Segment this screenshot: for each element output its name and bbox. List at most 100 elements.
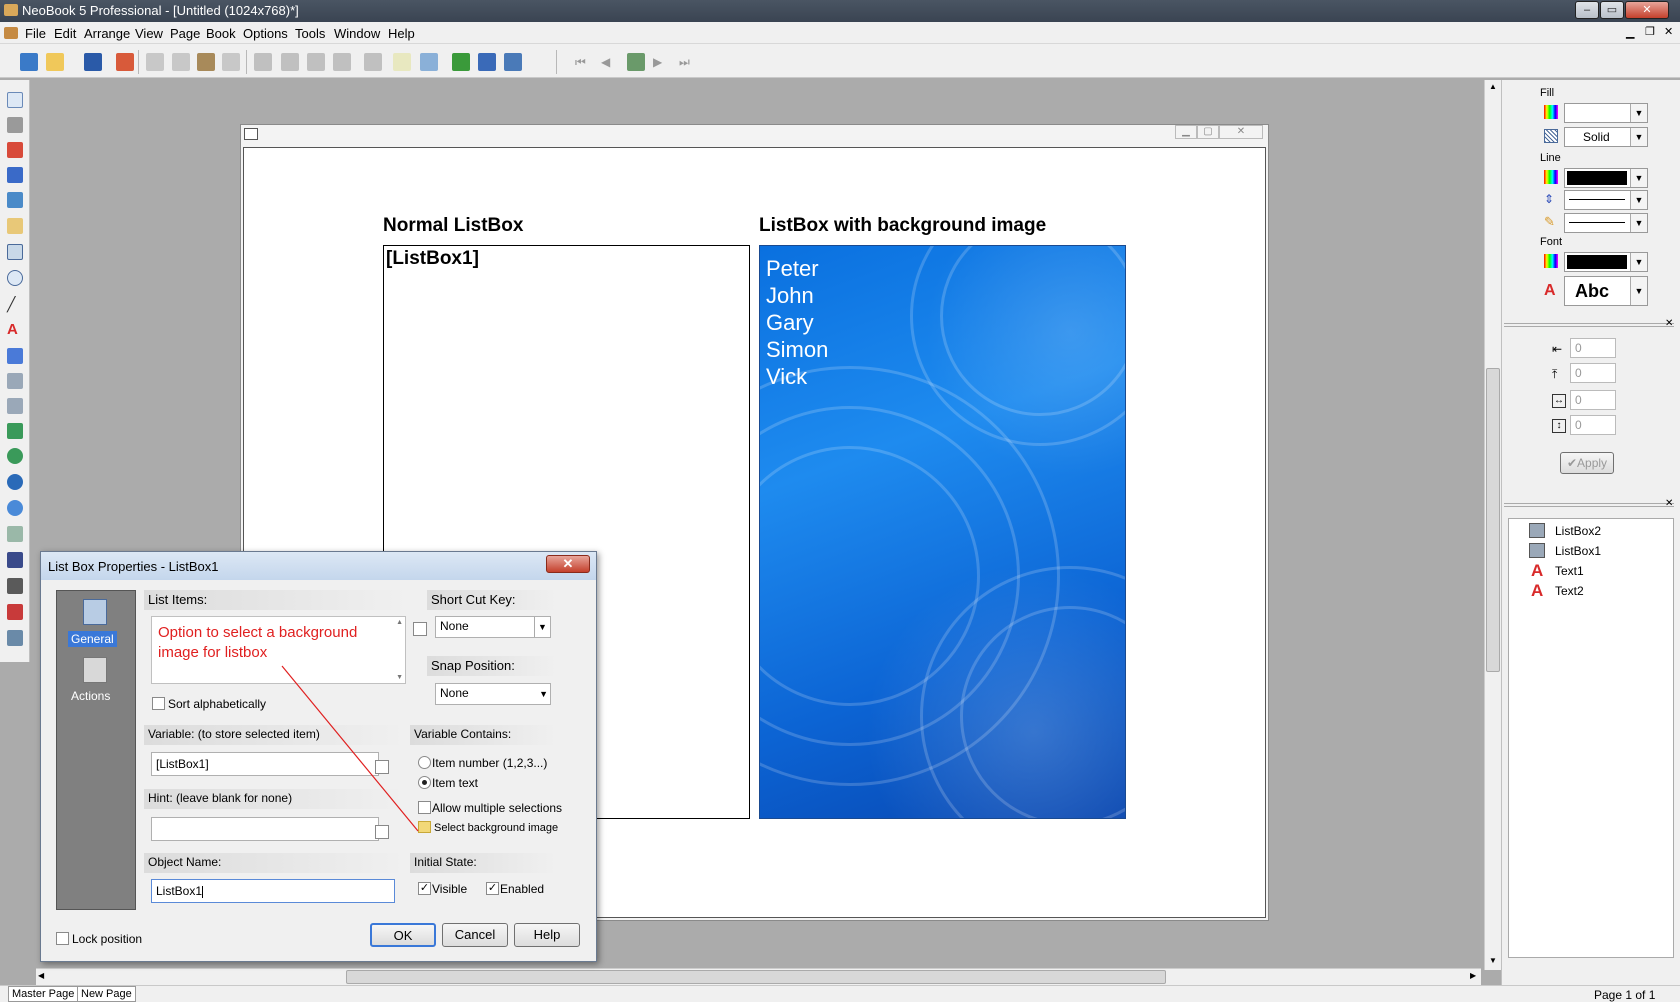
copy-icon[interactable] [172, 53, 190, 71]
rectangle-tool-icon[interactable] [7, 117, 23, 133]
dialog-close-button[interactable]: ✕ [546, 555, 590, 573]
menu-tools[interactable]: Tools [295, 26, 325, 41]
page-close-icon[interactable]: ✕ [1219, 125, 1263, 139]
mdi-minimize-icon[interactable]: ▁ [1626, 26, 1634, 39]
next-page-icon[interactable]: ▶ [653, 53, 671, 71]
mdi-restore-icon[interactable]: ❐ [1645, 25, 1655, 38]
grid-tool-icon[interactable] [7, 578, 23, 594]
menu-view[interactable]: View [135, 26, 163, 41]
page-list-icon[interactable] [627, 53, 645, 71]
lock-position-checkbox[interactable] [56, 932, 69, 945]
menu-help[interactable]: Help [388, 26, 415, 41]
top-position-input[interactable]: 0 [1570, 363, 1616, 383]
shape-tool-icon[interactable] [7, 244, 23, 260]
puzzle-tool-icon[interactable] [7, 218, 23, 234]
listbox-item[interactable]: Gary [766, 310, 814, 336]
snap-select[interactable]: None ▼ [435, 683, 551, 705]
delete-icon[interactable] [222, 53, 240, 71]
hint-edit-icon[interactable] [375, 825, 389, 839]
list-items-textarea[interactable]: Option to select a background image for … [151, 616, 406, 684]
scroll-right-icon[interactable]: ▶ [1470, 971, 1476, 980]
scroll-down-icon[interactable]: ▼ [1489, 956, 1497, 965]
menu-window[interactable]: Window [334, 26, 380, 41]
select-tool-icon[interactable] [7, 92, 23, 108]
font-select[interactable]: Abc ▼ [1564, 276, 1648, 306]
scroll-up-icon[interactable]: ▲ [1489, 82, 1497, 91]
app-menu-icon[interactable] [4, 27, 18, 39]
close-button[interactable]: ✕ [1625, 1, 1669, 19]
brush-icon[interactable] [116, 53, 134, 71]
timer-tool-icon[interactable] [7, 500, 23, 516]
new-icon[interactable] [20, 53, 38, 71]
listbox-item[interactable]: Peter [766, 256, 819, 282]
textarea-scroll-down-icon[interactable]: ▼ [396, 674, 403, 681]
mdi-close-icon[interactable]: ✕ [1664, 25, 1673, 38]
first-page-icon[interactable]: ⏮ [575, 53, 593, 71]
radio-tool-icon[interactable] [7, 448, 23, 464]
plugin-tool-icon[interactable] [7, 630, 23, 646]
scroll-thumb-vertical[interactable] [1486, 368, 1500, 672]
menu-book[interactable]: Book [206, 26, 236, 41]
panel-close-icon[interactable]: ✕ [1665, 498, 1673, 509]
object-item-listbox2[interactable]: ListBox2 [1555, 524, 1601, 538]
flash-tool-icon[interactable] [7, 604, 23, 620]
paste-icon[interactable] [197, 53, 215, 71]
width-input[interactable]: 0 [1570, 390, 1616, 410]
ok-button[interactable]: OK [370, 923, 436, 947]
menu-arrange[interactable]: Arrange [84, 26, 130, 41]
vertical-scrollbar[interactable]: ▲ ▼ [1484, 80, 1501, 970]
select-background-label[interactable]: Select background image [434, 822, 558, 834]
line-style-select[interactable]: ▼ [1564, 213, 1648, 233]
save-icon[interactable] [84, 53, 102, 71]
visible-checkbox[interactable]: ✓ [418, 882, 431, 895]
scroll-left-icon[interactable]: ◀ [38, 971, 44, 980]
line-width-select[interactable]: ▼ [1564, 190, 1648, 210]
cut-icon[interactable] [146, 53, 164, 71]
ellipse-tool-icon[interactable] [7, 270, 23, 286]
variable-edit-icon[interactable] [375, 760, 389, 774]
horizontal-scrollbar[interactable]: ◀ ▶ [36, 968, 1481, 985]
select-background-icon[interactable] [418, 821, 431, 833]
menu-file[interactable]: File [25, 26, 46, 41]
tab-master-page[interactable]: Master Page [8, 986, 79, 1002]
last-page-icon[interactable]: ⏭ [679, 53, 697, 71]
object-item-listbox1[interactable]: ListBox1 [1555, 544, 1601, 558]
cancel-button[interactable]: Cancel [442, 923, 508, 947]
maximize-button[interactable]: ▭ [1600, 1, 1624, 19]
enabled-checkbox[interactable]: ✓ [486, 882, 499, 895]
object-name-input[interactable]: ListBox1 [151, 879, 395, 903]
listbox-tool-icon[interactable] [7, 398, 23, 414]
open-icon[interactable] [46, 53, 64, 71]
panel-close-icon[interactable]: ✕ [1665, 318, 1673, 329]
text-tool-icon[interactable] [7, 142, 23, 158]
menu-options[interactable]: Options [243, 26, 288, 41]
bring-front-icon[interactable] [281, 53, 299, 71]
left-position-input[interactable]: 0 [1570, 338, 1616, 358]
align-icon[interactable] [333, 53, 351, 71]
radio-item-text[interactable] [418, 776, 431, 789]
send-back-icon[interactable] [307, 53, 325, 71]
font-tool-icon[interactable]: A [7, 322, 23, 338]
line-tool-icon[interactable]: ╱ [7, 296, 23, 312]
tab-new-page[interactable]: New Page [77, 986, 136, 1002]
fill-color-select[interactable]: ▼ [1564, 103, 1648, 123]
image-tool-icon[interactable] [7, 192, 23, 208]
scroll-thumb-horizontal[interactable] [346, 970, 1166, 984]
textarea-scroll-up-icon[interactable]: ▲ [396, 619, 403, 626]
help-button[interactable]: Help [514, 923, 580, 947]
web-tool-icon[interactable] [7, 474, 23, 490]
run-icon[interactable] [452, 53, 470, 71]
listbox-with-background[interactable]: Peter John Gary Simon Vick [759, 245, 1126, 819]
radio-item-number[interactable] [418, 756, 431, 769]
variable-input[interactable]: [ListBox1] [151, 752, 379, 776]
minimize-button[interactable]: – [1575, 1, 1599, 19]
page-minimize-icon[interactable]: ▁ [1175, 125, 1197, 139]
new-page-icon[interactable] [393, 53, 411, 71]
memo-tool-icon[interactable] [7, 373, 23, 389]
sort-checkbox[interactable] [152, 697, 165, 710]
line-color-select[interactable]: ▼ [1564, 168, 1648, 188]
side-tab-actions[interactable]: Actions [61, 655, 131, 709]
checkbox-tool-icon[interactable] [7, 423, 23, 439]
compile-icon[interactable] [504, 53, 522, 71]
prev-page-icon[interactable]: ◀ [601, 53, 619, 71]
